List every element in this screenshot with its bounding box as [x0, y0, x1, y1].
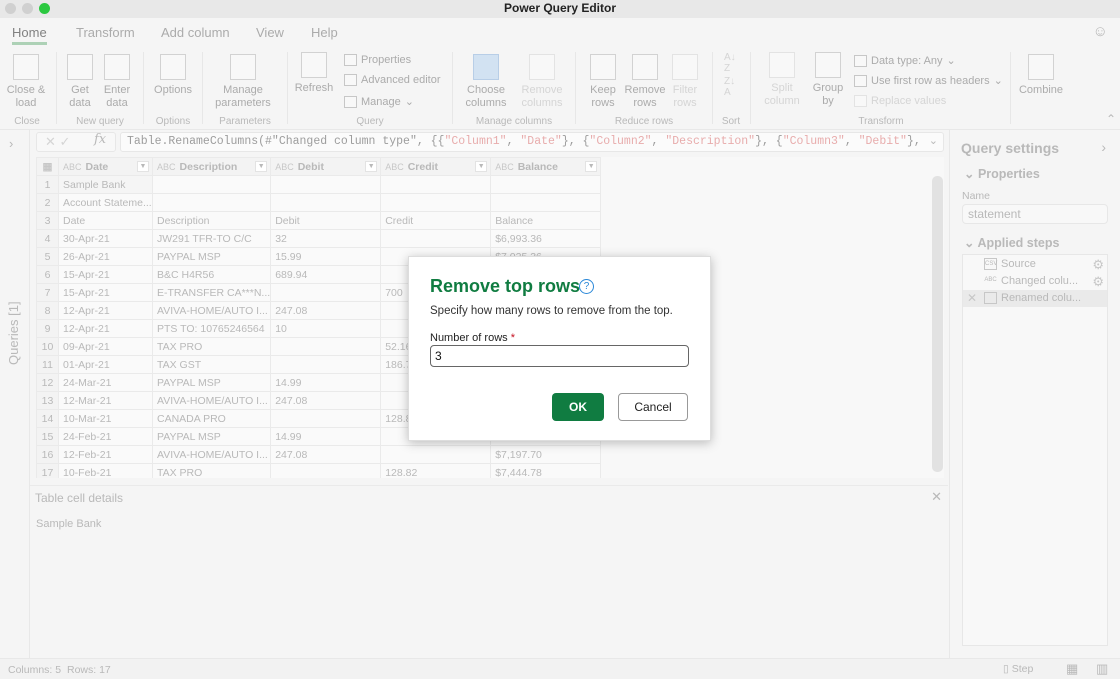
title-bar: Power Query Editor	[0, 0, 1120, 18]
window-title: Power Query Editor	[503, 1, 617, 15]
minimize-window-button[interactable]	[22, 3, 33, 14]
help-icon[interactable]: ?	[579, 279, 594, 294]
number-of-rows-input[interactable]	[430, 345, 689, 367]
remove-top-rows-dialog: Remove top rows ? Specify how many rows …	[408, 256, 711, 441]
maximize-window-button[interactable]	[39, 3, 50, 14]
close-window-button[interactable]	[5, 3, 16, 14]
ok-button[interactable]: OK	[552, 393, 604, 421]
cancel-button[interactable]: Cancel	[618, 393, 688, 421]
number-of-rows-label: Number of rows *	[430, 332, 515, 344]
dialog-description: Specify how many rows to remove from the…	[430, 305, 673, 317]
dialog-title: Remove top rows	[430, 276, 581, 296]
